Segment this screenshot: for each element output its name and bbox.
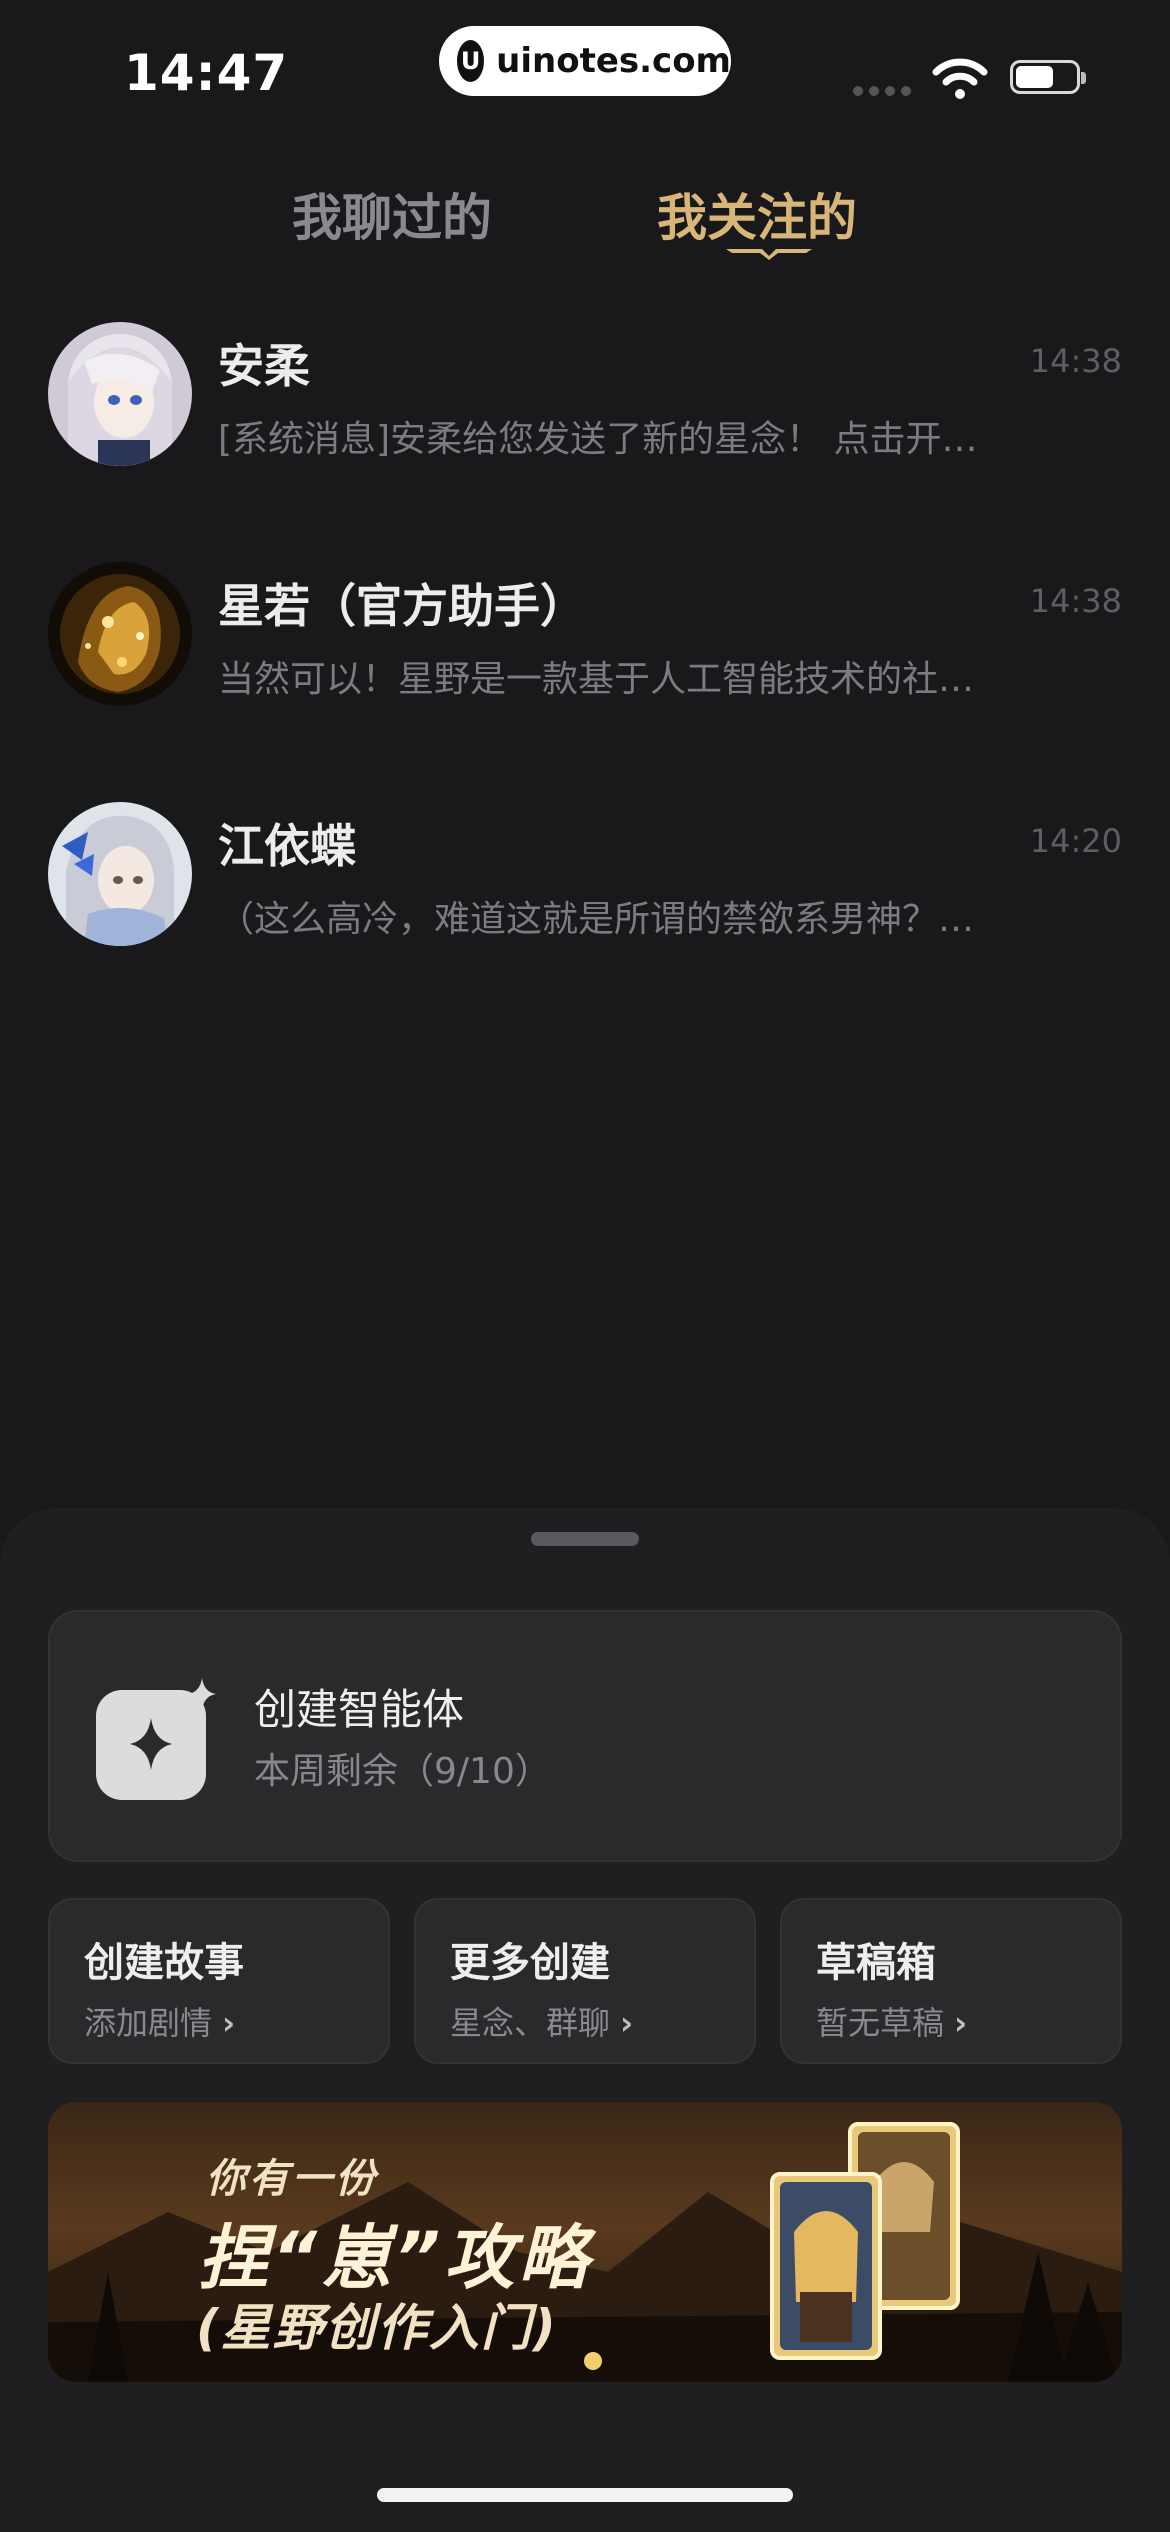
bottom-sheet: 创建智能体 本周剩余（9/10） 创建故事 添加剧情 › 更多创建 星念、群聊 › … [0,1508,1170,2532]
banner-line1: 你有一份 [206,2156,378,2202]
guide-banner[interactable]: 你有一份 捏“崽”攻略 (星野创作入门) [48,2102,1122,2382]
chat-name: 安柔 [218,339,310,393]
create-agent-title: 创建智能体 [254,1685,465,1734]
tab-chatted[interactable]: 我聊过的 [292,178,492,250]
cellular-signal-icon [853,86,911,96]
wifi-icon [932,58,988,99]
banner-line3: (星野创作入门) [196,2299,558,2357]
card-title: 创建故事 [84,1940,244,1986]
carousel-indicator [584,2352,602,2370]
chat-last-message: 当然可以！星野是一款基于人工智能技术的社… [218,659,975,700]
chevron-right-icon: › [222,2004,236,2042]
chat-last-message: [系统消息]安柔给您发送了新的星念！ 点击开… [218,419,978,460]
card-subtitle: 添加剧情 [84,2004,213,2042]
create-agent-card[interactable]: 创建智能体 本周剩余（9/10） [48,1610,1122,1862]
chat-item[interactable]: 江依蝶 14:20 （这么高冷，难道这就是所谓的禁欲系男神？… [0,802,1170,1012]
watermark-text: uinotes.com [496,41,731,81]
chat-item[interactable]: 星若（官方助手） 14:38 当然可以！星野是一款基于人工智能技术的社… [0,562,1170,772]
avatar[interactable] [48,562,192,706]
sheet-drag-handle[interactable] [531,1532,639,1546]
tab-following[interactable]: 我关注的 [657,178,857,250]
create-agent-quota: 本周剩余（9/10） [254,1751,551,1792]
create-story-card[interactable]: 创建故事 添加剧情 › [48,1898,390,2064]
page: 14:47 U uinotes.com 我聊过的 我关注的 安柔 14:38 [… [0,0,1170,2532]
watermark-logo-icon: U [457,40,485,82]
chat-time: 14:38 [1029,342,1122,380]
card-title: 更多创建 [450,1940,610,1986]
more-create-card[interactable]: 更多创建 星念、群聊 › [414,1898,756,2064]
drafts-card[interactable]: 草稿箱 暂无草稿 › [780,1898,1122,2064]
battery-icon [1010,60,1086,94]
chat-last-message: （这么高冷，难道这就是所谓的禁欲系男神？… [218,899,975,940]
status-time: 14:47 [124,44,289,102]
avatar[interactable] [48,322,192,466]
active-tab-indicator [726,249,812,260]
home-indicator[interactable] [377,2488,793,2502]
chat-name: 星若（官方助手） [218,579,586,633]
watermark-badge: U uinotes.com [439,26,731,96]
chat-item[interactable]: 安柔 14:38 [系统消息]安柔给您发送了新的星念！ 点击开… [0,322,1170,532]
card-title: 草稿箱 [816,1940,936,1986]
chevron-right-icon: › [620,2004,634,2042]
sparkle-icon [96,1678,216,1800]
avatar[interactable] [48,802,192,946]
card-subtitle: 暂无草稿 [816,2004,945,2042]
chat-name: 江依蝶 [218,819,356,873]
chat-time: 14:38 [1029,582,1122,620]
chevron-right-icon: › [954,2004,968,2042]
card-subtitle: 星念、群聊 [450,2004,611,2042]
chat-time: 14:20 [1029,822,1122,860]
